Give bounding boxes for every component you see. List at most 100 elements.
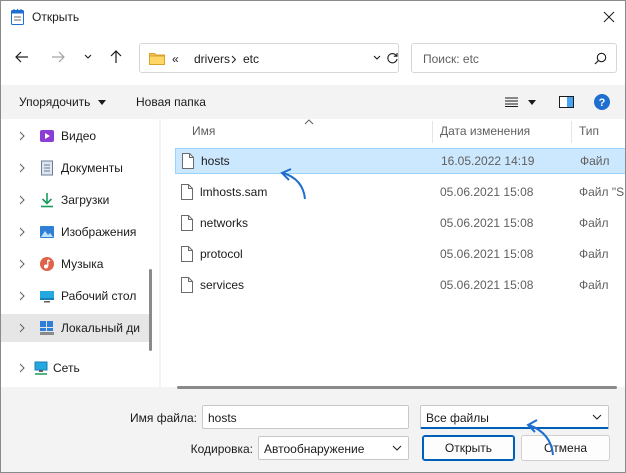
file-row-hosts[interactable]: hosts 16.05.2022 14:19 Файл (175, 148, 625, 174)
chevron-right-icon[interactable] (18, 195, 26, 205)
sidebar-scrollbar[interactable] (149, 269, 152, 351)
chevron-right-icon[interactable] (18, 227, 26, 237)
file-modified: 16.05.2022 14:19 (441, 154, 535, 168)
sidebar-item-label: Видео (61, 129, 97, 143)
encoding-value: Автообнаружение (264, 442, 365, 456)
command-bar: Упорядочить Новая папка ? (1, 85, 625, 119)
sidebar-item-downloads[interactable]: Загрузки (1, 186, 151, 214)
navigation-pane: Видео Документы Загрузки Изображения Муз… (1, 119, 159, 387)
file-name: hosts (201, 154, 230, 168)
sidebar-item-label: Изображения (61, 225, 137, 239)
chevron-down-icon[interactable] (372, 54, 382, 62)
file-row-services[interactable]: services 05.06.2021 15:08 Файл (175, 273, 625, 299)
file-icon (181, 277, 193, 293)
chevron-right-icon (231, 55, 237, 64)
sidebar-item-label: Рабочий стол (61, 289, 137, 303)
file-modified: 05.06.2021 15:08 (440, 216, 534, 230)
file-name: services (200, 278, 245, 292)
open-button[interactable]: Открыть (422, 435, 515, 461)
chevron-down-icon (392, 445, 402, 451)
search-box[interactable]: Поиск: etc (411, 43, 617, 73)
file-type: Файл (580, 154, 610, 168)
file-name: protocol (200, 247, 243, 261)
filename-label: Имя файла: (130, 411, 197, 425)
cancel-button[interactable]: Отмена (521, 435, 610, 461)
sidebar-item-desktop[interactable]: Рабочий стол (1, 282, 151, 310)
sidebar-item-video[interactable]: Видео (1, 122, 151, 150)
back-button[interactable] (11, 46, 33, 68)
preview-pane-icon[interactable] (559, 96, 574, 108)
folder-icon (149, 53, 165, 65)
sidebar-item-network[interactable]: Сеть (1, 354, 151, 382)
chevron-right-icon[interactable] (18, 259, 26, 269)
organize-button[interactable]: Упорядочить (19, 95, 106, 109)
file-type-filter-dropdown[interactable]: Все файлы (420, 405, 609, 429)
svg-text:?: ? (599, 97, 606, 109)
chevron-right-icon[interactable] (18, 291, 26, 301)
horizontal-scrollbar[interactable] (177, 386, 617, 389)
sidebar-item-local-disk[interactable]: Локальный ди (1, 314, 151, 342)
sidebar-item-documents[interactable]: Документы (1, 154, 151, 182)
file-type: Файл (579, 247, 609, 261)
column-divider[interactable] (432, 121, 433, 143)
arrow-up-icon (110, 50, 122, 63)
file-list: Имя Дата изменения Тип hosts 16.05.2022 … (161, 119, 625, 387)
help-icon[interactable]: ? (594, 94, 610, 110)
forward-button[interactable] (47, 46, 69, 68)
file-row-networks[interactable]: networks 05.06.2021 15:08 Файл (175, 211, 625, 237)
chevron-down-icon (592, 414, 602, 420)
close-button[interactable] (593, 1, 625, 33)
filename-input[interactable]: hosts (202, 405, 409, 429)
file-modified: 05.06.2021 15:08 (440, 247, 534, 261)
file-type: Файл (579, 278, 609, 292)
recent-locations-button[interactable] (77, 46, 99, 68)
filename-value: hosts (208, 411, 237, 425)
local-disk-icon (40, 321, 54, 335)
file-row-protocol[interactable]: protocol 05.06.2021 15:08 Файл (175, 242, 625, 268)
address-bar[interactable]: « drivers etc (139, 43, 399, 73)
file-name: networks (200, 216, 249, 230)
chevron-right-icon[interactable] (18, 163, 26, 173)
encoding-dropdown[interactable]: Автообнаружение (258, 436, 409, 460)
video-icon (40, 130, 54, 142)
file-icon (182, 153, 194, 169)
sidebar-item-label: Загрузки (61, 193, 110, 207)
up-button[interactable] (105, 46, 127, 68)
chevron-down-icon (84, 54, 92, 59)
file-name: lmhosts.sam (200, 185, 268, 199)
chevron-right-icon[interactable] (18, 323, 26, 333)
sidebar-item-pictures[interactable]: Изображения (1, 218, 151, 246)
sidebar-item-label: Локальный ди (61, 321, 140, 335)
chevron-right-icon[interactable] (18, 363, 26, 373)
column-modified[interactable]: Дата изменения (440, 124, 530, 138)
column-divider[interactable] (571, 121, 572, 143)
address-overflow[interactable]: « (172, 52, 179, 66)
file-icon (181, 215, 193, 231)
sort-ascending-icon (304, 119, 314, 125)
arrow-right-icon (52, 51, 65, 63)
new-folder-button[interactable]: Новая папка (136, 95, 206, 109)
chevron-right-icon[interactable] (18, 131, 26, 141)
column-name[interactable]: Имя (192, 124, 215, 138)
title-bar: Открыть (1, 1, 625, 33)
view-list-icon[interactable] (505, 97, 518, 107)
address-segment-etc[interactable]: etc (243, 52, 259, 66)
sidebar-item-music[interactable]: Музыка (1, 250, 151, 278)
window-title: Открыть (32, 10, 80, 24)
file-type-filter-value: Все файлы (426, 411, 489, 425)
downloads-icon (41, 193, 53, 208)
file-type: Файл (579, 216, 609, 230)
file-row-lmhosts[interactable]: lmhosts.sam 05.06.2021 15:08 Файл "S (175, 180, 625, 206)
address-segment-drivers[interactable]: drivers (194, 52, 230, 66)
open-file-dialog: Открыть « drivers etc Поиск: etc Упорядо… (0, 0, 626, 473)
network-icon (34, 361, 48, 375)
column-type[interactable]: Тип (579, 124, 599, 138)
file-modified: 05.06.2021 15:08 (440, 278, 534, 292)
refresh-icon[interactable] (386, 52, 399, 65)
desktop-icon (40, 291, 54, 303)
file-modified: 05.06.2021 15:08 (440, 185, 534, 199)
pictures-icon (40, 226, 54, 238)
close-icon (603, 11, 615, 23)
caret-down-icon[interactable] (528, 100, 536, 105)
navigation-bar: « drivers etc Поиск: etc (1, 33, 625, 85)
